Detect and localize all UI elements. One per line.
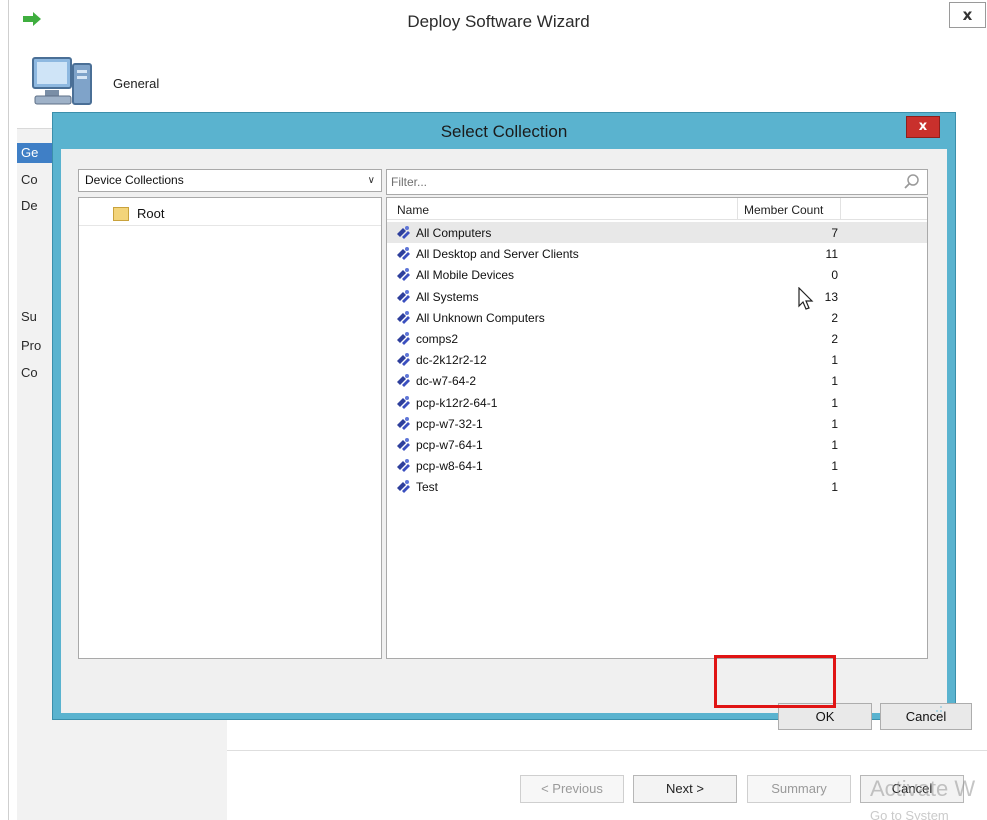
previous-button[interactable]: < Previous xyxy=(520,775,624,803)
column-header-member-count-cell[interactable]: Member Count xyxy=(737,198,841,220)
wizard-page-title: General xyxy=(113,76,160,91)
member-count: 1 xyxy=(831,416,838,431)
collection-name: All Unknown Computers xyxy=(416,310,545,325)
device-collection-icon xyxy=(397,374,410,388)
collection-name: dc-w7-64-2 xyxy=(416,374,477,389)
collection-row[interactable]: All Desktop and Server Clients 11 xyxy=(387,243,927,264)
collection-tree: Root xyxy=(78,197,382,659)
tree-item-root[interactable]: Root xyxy=(79,202,381,226)
collection-name: dc-2k12r2-12 xyxy=(416,353,487,368)
ok-button-highlight-box xyxy=(714,655,836,708)
device-collection-icon xyxy=(397,247,410,261)
dialog-close-button[interactable]: x xyxy=(906,116,940,138)
collection-name: pcp-w7-64-1 xyxy=(416,438,483,452)
device-collection-icon xyxy=(397,353,410,367)
chevron-down-icon: ∨ xyxy=(367,175,375,186)
collection-name: pcp-w7-32-1 xyxy=(416,416,483,431)
member-count: 7 xyxy=(831,226,838,240)
wizard-close-button[interactable]: x xyxy=(949,2,986,28)
device-collection-icon xyxy=(397,226,410,239)
device-collection-icon xyxy=(397,459,410,473)
member-count: 1 xyxy=(831,395,838,410)
collection-row[interactable]: pcp-w8-64-1 1 xyxy=(387,455,927,476)
collection-name: All Computers xyxy=(416,226,492,240)
collection-name: pcp-w8-64-1 xyxy=(416,459,483,474)
filter-box xyxy=(386,169,928,195)
summary-button[interactable]: Summary xyxy=(747,775,851,803)
member-count: 1 xyxy=(831,374,838,389)
dialog-body: Device Collections ∨ Root Name Member Co… xyxy=(61,149,972,730)
collection-row[interactable]: dc-w7-64-2 1 xyxy=(387,370,927,391)
dialog-title: Select Collection xyxy=(440,122,568,141)
resize-grip-icon[interactable] xyxy=(930,700,944,714)
dialog-cancel-button[interactable]: Cancel xyxy=(880,703,972,730)
collection-name: All Mobile Devices xyxy=(416,268,515,283)
folder-icon xyxy=(113,207,129,221)
device-collection-icon xyxy=(397,310,410,324)
collection-row[interactable]: All Systems 13 xyxy=(387,286,927,307)
device-collection-icon xyxy=(397,438,410,451)
collection-row[interactable]: dc-2k12r2-12 1 xyxy=(387,349,927,370)
select-collection-dialog: Select Collection x Device Collections ∨… xyxy=(52,112,972,730)
mouse-cursor-icon xyxy=(798,287,814,310)
member-count: 1 xyxy=(831,353,838,368)
member-count: 0 xyxy=(831,268,838,283)
column-header-member-count: Member Count xyxy=(744,203,824,217)
activate-windows-watermark: Activate W xyxy=(870,776,976,801)
tree-item-label: Root xyxy=(137,206,165,221)
member-count: 13 xyxy=(824,289,838,304)
collection-name: All Desktop and Server Clients xyxy=(416,247,579,262)
wizard-title: Deploy Software Wizard xyxy=(407,12,590,31)
next-button[interactable]: Next > xyxy=(633,775,737,803)
collection-name: pcp-k12r2-64-1 xyxy=(416,395,498,410)
member-count: 11 xyxy=(825,247,838,262)
activate-windows-subtext: Go to System xyxy=(870,808,949,820)
collection-name: All Systems xyxy=(416,289,479,304)
collection-type-value: Device Collections xyxy=(85,173,184,187)
member-count: 1 xyxy=(831,459,838,474)
collection-name: Test xyxy=(416,480,439,495)
collection-list: Name Member Count All Computers 7 All Desk… xyxy=(386,197,928,659)
dialog-titlebar: Select Collection x xyxy=(53,113,955,147)
computer-icon xyxy=(32,57,92,105)
member-count: 2 xyxy=(831,332,838,346)
collection-row[interactable]: comps2 2 xyxy=(387,328,927,349)
collection-type-dropdown[interactable]: Device Collections ∨ xyxy=(78,169,382,192)
device-collection-icon xyxy=(397,268,410,282)
member-count: 1 xyxy=(831,438,838,452)
device-collection-icon xyxy=(397,289,410,303)
collection-row[interactable]: All Unknown Computers 2 xyxy=(387,307,927,328)
member-count: 1 xyxy=(831,480,838,495)
list-header: Name Member Count xyxy=(387,198,927,220)
collection-row[interactable]: pcp-w7-32-1 1 xyxy=(387,413,927,434)
device-collection-icon xyxy=(397,416,410,430)
device-collection-icon xyxy=(397,395,410,409)
member-count: 2 xyxy=(831,310,838,325)
wizard-titlebar: Deploy Software Wizard x xyxy=(9,0,987,44)
device-collection-icon xyxy=(397,332,410,345)
collection-row[interactable]: Test 1 xyxy=(387,476,927,497)
collection-row[interactable]: All Mobile Devices 0 xyxy=(387,264,927,285)
collection-row[interactable]: pcp-w7-64-1 1 xyxy=(387,434,927,455)
collection-name: comps2 xyxy=(416,332,459,346)
column-header-name[interactable]: Name xyxy=(397,203,429,217)
collection-row[interactable]: pcp-k12r2-64-1 1 xyxy=(387,392,927,413)
device-collection-icon xyxy=(397,480,410,494)
filter-input[interactable] xyxy=(389,172,889,192)
collection-row[interactable]: All Computers 7 xyxy=(387,222,927,243)
search-icon[interactable] xyxy=(903,173,921,191)
